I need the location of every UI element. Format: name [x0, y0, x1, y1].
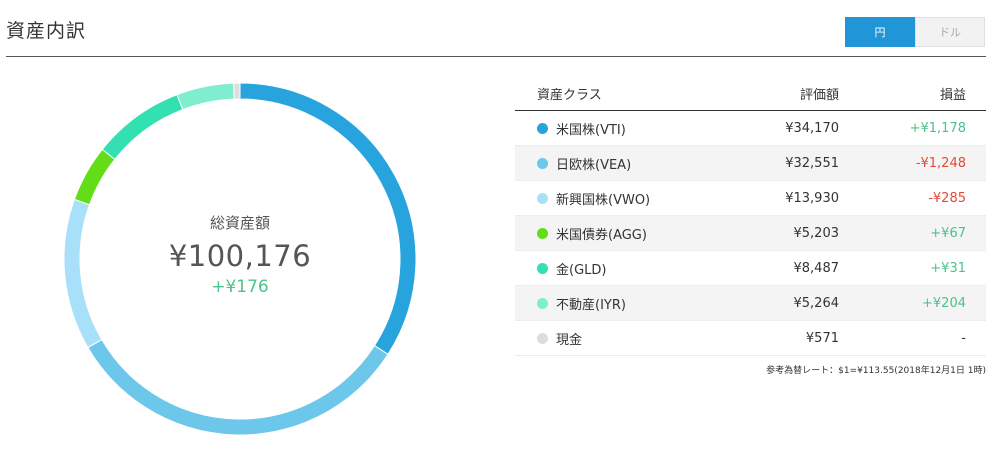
currency-dollar-button[interactable]: ドル: [915, 17, 985, 47]
asset-value: ¥13,930: [785, 190, 839, 206]
currency-toggle: 円 ドル: [845, 17, 985, 47]
header-gain: 損益: [939, 87, 966, 103]
asset-name: 米国株(VTI): [556, 122, 626, 138]
header-divider: [6, 56, 986, 57]
asset-gain: +¥204: [922, 295, 966, 311]
donut-slice-5: [176, 83, 235, 111]
asset-value: ¥32,551: [785, 155, 839, 171]
page-title: 資産内訳: [6, 20, 87, 42]
asset-name: 金(GLD): [556, 262, 607, 278]
asset-name: 不動産(IYR): [556, 297, 626, 313]
asset-value: ¥5,264: [793, 295, 840, 311]
legend-dot: [537, 297, 548, 309]
table-row: 現金 ¥571 -: [515, 321, 986, 356]
asset-value: ¥5,203: [793, 225, 840, 241]
asset-gain: +¥1,178: [909, 120, 966, 136]
legend-dot: [537, 227, 548, 239]
header: 資産内訳 円 ドル: [0, 0, 1002, 58]
asset-gain: +¥67: [930, 225, 966, 241]
donut-slice-0: [239, 83, 416, 356]
donut-slice-1: [87, 338, 389, 435]
table-row: 金(GLD) ¥8,487 +¥31: [515, 251, 986, 286]
legend-dot: [537, 157, 548, 169]
donut-slice-3: [73, 148, 116, 206]
asset-value: ¥8,487: [793, 260, 840, 276]
asset-value: ¥571: [805, 330, 839, 346]
asset-name: 新興国株(VWO): [556, 192, 651, 208]
asset-gain: +¥31: [930, 260, 966, 276]
donut-slice-4: [101, 94, 184, 161]
currency-yen-button[interactable]: 円: [845, 17, 915, 47]
donut-slice-2: [64, 198, 103, 349]
legend-dot: [537, 332, 548, 344]
header-asset-class: 資産クラス: [537, 87, 602, 103]
table-row: 日欧株(VEA) ¥32,551 -¥1,248: [515, 146, 986, 181]
asset-gain: -¥1,248: [915, 155, 966, 171]
table-row: 米国株(VTI) ¥34,170 +¥1,178: [515, 111, 986, 146]
legend-dot: [537, 192, 548, 204]
legend-dot: [537, 262, 548, 274]
asset-value: ¥34,170: [785, 120, 839, 136]
table-row: 新興国株(VWO) ¥13,930 -¥285: [515, 181, 986, 216]
asset-gain: -¥285: [928, 190, 966, 206]
table-row: 米国債券(AGG) ¥5,203 +¥67: [515, 216, 986, 251]
asset-donut-chart: [64, 83, 416, 435]
asset-name: 米国債券(AGG): [556, 227, 647, 243]
table-header: 資産クラス 評価額 損益: [515, 76, 986, 111]
exchange-rate-note: 参考為替レート：$1=¥113.55(2018年12月1日 1時): [766, 366, 986, 376]
donut-slice-6: [233, 83, 241, 100]
table-row: 不動産(IYR) ¥5,264 +¥204: [515, 286, 986, 321]
asset-breakdown-table: 資産クラス 評価額 損益 米国株(VTI) ¥34,170 +¥1,178 日欧…: [515, 76, 986, 356]
asset-name: 現金: [556, 332, 583, 348]
asset-gain: -: [961, 330, 966, 346]
asset-name: 日欧株(VEA): [556, 157, 632, 173]
header-valuation: 評価額: [799, 87, 839, 103]
legend-dot: [537, 122, 548, 134]
